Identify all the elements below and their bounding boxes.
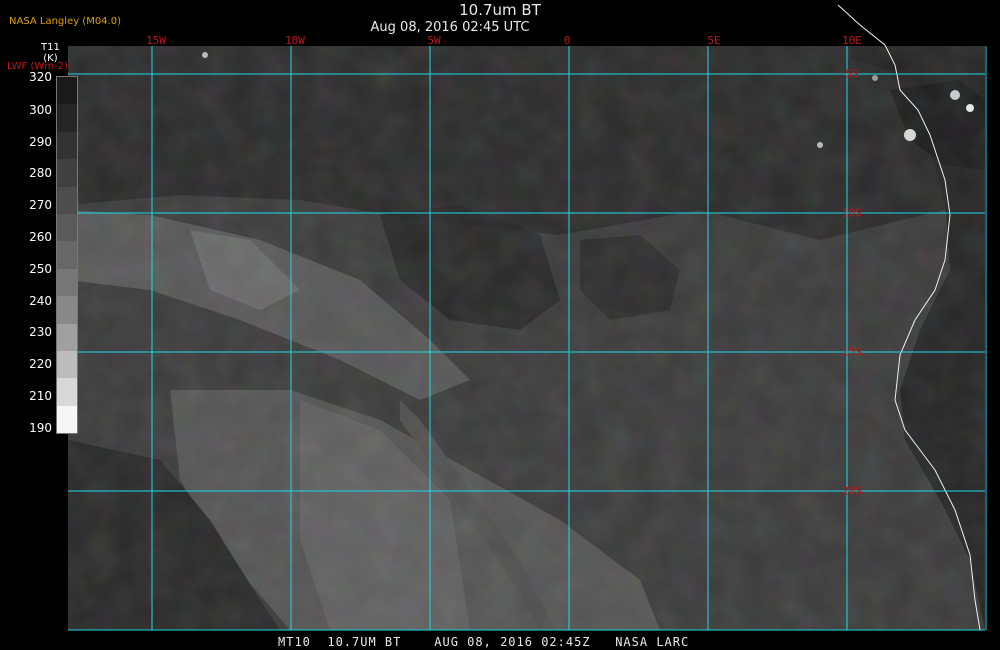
colorbar-tick-label: 210 — [29, 389, 52, 403]
colorbar-tick-label: 190 — [29, 421, 52, 435]
colorbar-swatch — [57, 241, 77, 269]
lon-label-10w: 10W — [285, 34, 305, 47]
colorbar-swatch — [57, 186, 77, 214]
colorbar-tick-label: 260 — [29, 230, 52, 244]
colorbar-swatch — [57, 405, 77, 434]
colorbar-tick-label: 320 — [29, 70, 52, 84]
lon-label-15w: 15W — [146, 34, 166, 47]
satellite-image-panel — [68, 4, 987, 631]
image-title: 10.7um BT — [459, 1, 541, 19]
lat-label-15s: 15S — [842, 345, 862, 359]
colorbar-tick-label: 240 — [29, 294, 52, 308]
colorbar-swatch — [57, 77, 77, 105]
colorbar-swatch — [57, 350, 77, 379]
colorbar-tick-label: 300 — [29, 103, 52, 117]
lon-label-5w: 5W — [427, 34, 441, 47]
colorbar-swatch — [57, 104, 77, 132]
colorbar-tick-label: 220 — [29, 357, 52, 371]
footer-caption: MT10 10.7UM BT AUG 08, 2016 02:45Z NASA … — [278, 635, 690, 649]
colorbar-tick-label: 290 — [29, 135, 52, 149]
lat-label-10s: 10S — [842, 206, 862, 220]
colorbar-swatch — [57, 213, 77, 242]
colorbar-swatch — [57, 131, 77, 160]
colorbar-variable: T11 — [41, 42, 60, 53]
colorbar-swatch — [57, 159, 77, 187]
colorbar-swatch — [57, 296, 77, 324]
colorbar-swatch — [57, 268, 77, 297]
colorbar-tick-label: 250 — [29, 262, 52, 276]
colorbar-swatch — [57, 323, 77, 351]
lon-label-0: 0 — [563, 34, 571, 47]
colorbar — [56, 76, 78, 434]
colorbar-tick-label: 280 — [29, 166, 52, 180]
colorbar-tick-label: 230 — [29, 325, 52, 339]
colorbar-tick-label: 270 — [29, 198, 52, 212]
lat-label-20s: 20S — [842, 484, 862, 498]
lon-label-5e: 5E — [707, 34, 721, 47]
image-timestamp: Aug 08, 2016 02:45 UTC — [370, 20, 530, 35]
colorbar-swatch — [57, 378, 77, 406]
lat-label-5s: 5S — [845, 67, 859, 81]
lon-label-10e: 10E — [842, 34, 862, 47]
